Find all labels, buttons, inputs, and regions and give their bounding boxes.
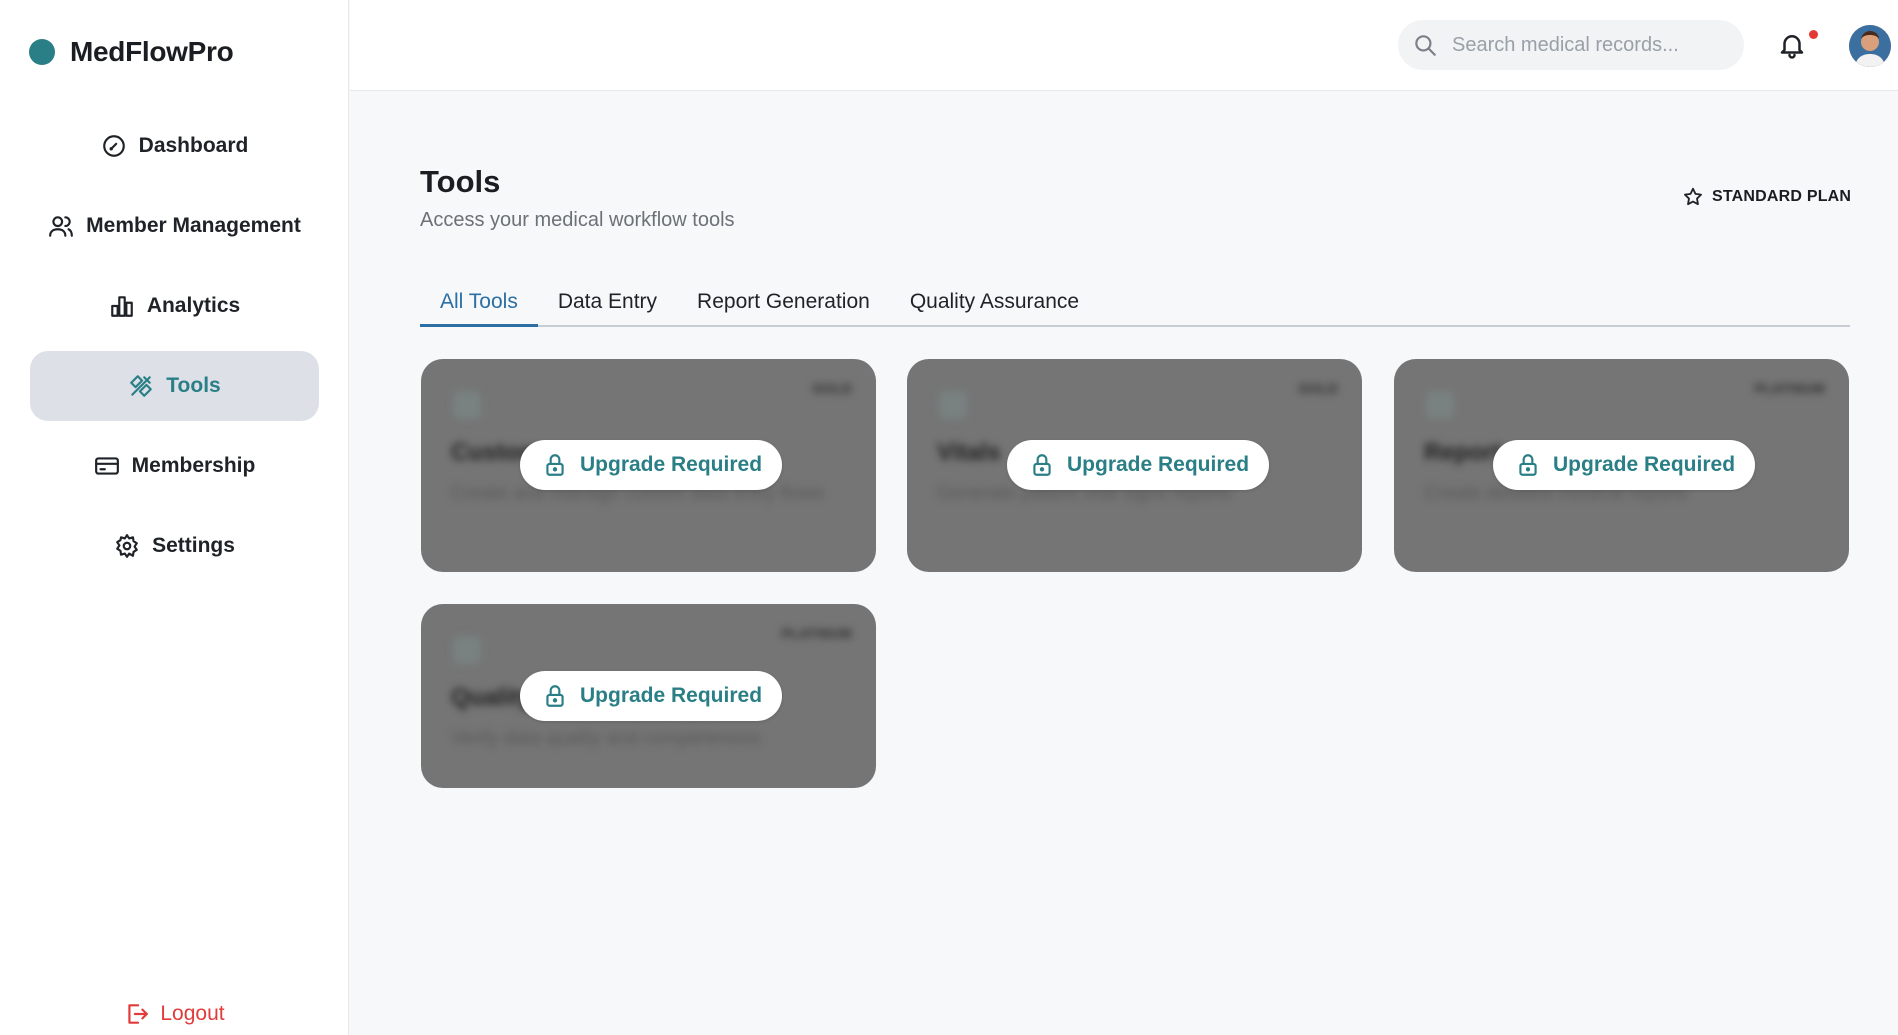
plan-label: STANDARD PLAN: [1712, 188, 1852, 205]
tool-name: Vitals: [937, 439, 1001, 466]
sidebar-item-label: Analytics: [146, 294, 241, 317]
page-subtitle: Access your medical workflow tools: [420, 209, 735, 231]
tool-icon: [453, 391, 481, 419]
upgrade-label: Upgrade Required: [1067, 453, 1250, 476]
bar-chart-icon: [110, 296, 133, 317]
card-icon: [94, 457, 119, 475]
upgrade-required-button[interactable]: Upgrade Required: [1007, 440, 1270, 490]
upgrade-required-button[interactable]: Upgrade Required: [520, 671, 783, 721]
gauge-icon: [102, 135, 125, 157]
top-header: [350, 0, 1898, 91]
tool-tabs: All Tools Data Entry Report Generation Q…: [420, 282, 1850, 327]
star-icon: [1684, 187, 1702, 206]
tier-badge: PLATINUM: [781, 626, 852, 641]
sidebar-item-member-management[interactable]: Member Management: [30, 191, 319, 261]
search-bar[interactable]: [1398, 20, 1744, 70]
sidebar-nav: Dashboard Member Management Analytics To…: [30, 111, 319, 591]
sidebar-item-label: Tools: [166, 374, 221, 397]
logout-button[interactable]: Logout: [0, 994, 349, 1034]
tab-all-tools[interactable]: All Tools: [420, 282, 538, 327]
brand-name: MedFlowPro: [70, 36, 234, 67]
lock-icon: [1033, 454, 1051, 476]
tool-card[interactable]: GOLD Custom Create and manage custom dat…: [421, 359, 876, 572]
sidebar-item-analytics[interactable]: Analytics: [30, 271, 319, 341]
upgrade-required-button[interactable]: Upgrade Required: [1493, 440, 1756, 490]
tier-badge: PLATINUM: [1754, 381, 1825, 396]
page-title: Tools: [420, 164, 501, 199]
sidebar-item-label: Member Management: [86, 214, 301, 237]
search-input[interactable]: [1452, 33, 1722, 57]
lock-icon: [546, 685, 564, 707]
upgrade-label: Upgrade Required: [580, 684, 763, 707]
avatar[interactable]: [1849, 25, 1891, 67]
tab-data-entry[interactable]: Data Entry: [538, 282, 677, 327]
tier-badge: GOLD: [812, 381, 852, 396]
sidebar-item-tools[interactable]: Tools: [30, 351, 319, 421]
upgrade-required-button[interactable]: Upgrade Required: [520, 440, 783, 490]
tool-description: Verify data quality and completeness: [451, 728, 761, 749]
lock-icon: [546, 454, 564, 476]
search-icon: [1415, 35, 1436, 56]
lock-icon: [1519, 454, 1537, 476]
notification-badge: [1809, 30, 1818, 39]
tool-icon: [453, 636, 481, 664]
tab-report-generation[interactable]: Report Generation: [677, 282, 890, 327]
sidebar-item-label: Dashboard: [138, 134, 249, 157]
tool-icon: [939, 391, 967, 419]
tools-icon: [130, 375, 153, 397]
logout-label: Logout: [160, 1002, 225, 1025]
logout-icon: [128, 1004, 149, 1024]
tool-card[interactable]: PLATINUM Quality Verify data quality and…: [421, 604, 876, 788]
sidebar-item-label: Settings: [152, 534, 235, 557]
tool-card[interactable]: GOLD Vitals Generate patient vital signs…: [907, 359, 1362, 572]
upgrade-label: Upgrade Required: [1553, 453, 1736, 476]
tool-icon: [1426, 391, 1454, 419]
sidebar: MedFlowPro Dashboard Member Management A…: [0, 0, 349, 1035]
plan-badge: STANDARD PLAN: [1682, 186, 1851, 208]
users-icon: [49, 216, 74, 237]
bell-icon[interactable]: [1777, 30, 1807, 60]
tier-badge: GOLD: [1298, 381, 1338, 396]
sidebar-item-settings[interactable]: Settings: [30, 511, 319, 581]
brand[interactable]: MedFlowPro: [29, 36, 234, 68]
sidebar-item-membership[interactable]: Membership: [30, 431, 319, 501]
gear-icon: [116, 534, 138, 558]
sidebar-item-label: Membership: [131, 454, 256, 477]
tab-quality-assurance[interactable]: Quality Assurance: [890, 282, 1099, 327]
sidebar-item-dashboard[interactable]: Dashboard: [30, 111, 319, 181]
tool-name: Report: [1424, 439, 1502, 466]
brand-logo-icon: [29, 39, 55, 65]
tool-card[interactable]: PLATINUM Report Create detailed medical …: [1394, 359, 1849, 572]
upgrade-label: Upgrade Required: [580, 453, 763, 476]
